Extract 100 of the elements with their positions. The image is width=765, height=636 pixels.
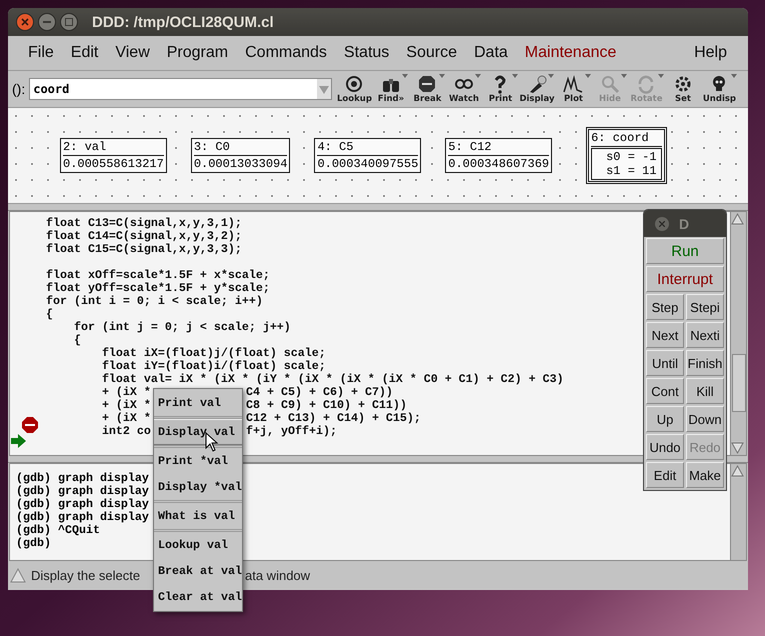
up-arrow-icon[interactable]: [731, 464, 744, 477]
toolbar-button[interactable]: Watch: [446, 72, 482, 106]
code-line: float iY=(float)i/(float) scale;: [100, 360, 326, 373]
down-arrow-icon[interactable]: [731, 442, 744, 455]
command-button[interactable]: Make: [686, 462, 724, 488]
command-button[interactable]: Until: [646, 350, 684, 376]
stop-sign-icon: [417, 74, 438, 94]
up-arrow-icon[interactable]: [731, 212, 744, 225]
command-button[interactable]: Nexti: [686, 322, 724, 348]
command-button[interactable]: Stepi: [686, 294, 724, 320]
data-display[interactable]: 5: C12 0.000348607369: [445, 138, 552, 173]
command-button[interactable]: Cont: [646, 378, 684, 404]
menu-item[interactable]: Status: [336, 42, 398, 64]
minimize-button[interactable]: [38, 13, 56, 31]
triangle-icon[interactable]: [10, 568, 26, 582]
display-value: 0.000348607369: [448, 157, 550, 171]
console-line: (gdb) graph display: [16, 471, 149, 485]
code-line: f+j, yOff+i);: [246, 425, 337, 438]
display-field: s0 = -1: [606, 150, 657, 164]
code-line: C12 + C13) + C14) + C15);: [246, 412, 421, 425]
code-line: float C14=C(signal,x,y,3,2);: [44, 230, 242, 243]
caret-icon: [730, 74, 737, 78]
command-button[interactable]: Edit: [646, 462, 684, 488]
menu-item[interactable]: View: [107, 42, 159, 64]
close-button[interactable]: [16, 13, 34, 31]
menu-item[interactable]: Display val: [154, 416, 242, 445]
scrollbar[interactable]: [730, 212, 746, 455]
code-line: + (iX *: [100, 412, 152, 425]
caret-icon: [548, 74, 554, 78]
close-icon: [21, 18, 29, 26]
argument-label: ():: [12, 81, 26, 97]
command-button[interactable]: Finish: [686, 350, 724, 376]
maximize-button[interactable]: [60, 13, 78, 31]
command-button[interactable]: Up: [646, 406, 684, 432]
console-line: (gdb) graph display: [16, 497, 149, 511]
menu-item[interactable]: What is val: [154, 500, 242, 529]
graph-icon: [563, 74, 584, 94]
menu-item[interactable]: Lookup val: [154, 529, 242, 558]
status-text: Display the selecte: [31, 568, 140, 582]
toolbar-button[interactable]: Break: [409, 72, 446, 106]
data-display[interactable]: 2: val 0.000558613217: [60, 138, 167, 173]
console-line: (gdb): [16, 536, 51, 550]
caret-icon: [438, 74, 445, 78]
command-button[interactable]: Undo: [646, 434, 684, 460]
menu-item[interactable]: Program: [158, 42, 238, 64]
code-line: for (int j = 0; j < scale; j++): [72, 321, 291, 334]
menu-item[interactable]: Maintenance: [516, 42, 626, 64]
status-text: ata window: [245, 568, 310, 582]
menu-item[interactable]: Help: [686, 42, 736, 64]
code-line: float iX=(float)j/(float) scale;: [100, 347, 326, 360]
menu-item[interactable]: Source: [398, 42, 466, 64]
menu-item[interactable]: Data: [466, 42, 517, 64]
toolbar-button[interactable]: Plot: [555, 72, 592, 106]
maximize-icon: [65, 18, 73, 26]
command-button[interactable]: Run: [646, 238, 724, 264]
data-display[interactable]: 6: coord s0 = -1 s1 = 11: [586, 127, 667, 184]
caret-icon: [621, 74, 628, 78]
menu-item[interactable]: File: [20, 42, 63, 64]
code-line: float C13=C(signal,x,y,3,1);: [44, 217, 242, 230]
code-line: C4 + C5) + C6) + C7)): [246, 386, 393, 399]
close-button[interactable]: [655, 216, 669, 230]
magnifier-icon: [600, 74, 620, 94]
menu-item[interactable]: Commands: [237, 42, 336, 64]
scrollbar-thumb[interactable]: [732, 354, 746, 412]
menu-item[interactable]: Edit: [62, 42, 108, 64]
command-button[interactable]: Kill: [686, 378, 724, 404]
pane-sash[interactable]: [8, 204, 748, 211]
code-line: float val= iX * (iX * (iY * (iX * (iX * (iX * C0 + C1) + C2) + C3): [100, 373, 564, 386]
toolbar-button[interactable]: Print: [482, 72, 519, 106]
command-button[interactable]: Next: [646, 322, 684, 348]
toolbar-button[interactable]: Find»: [372, 72, 410, 106]
menu-item[interactable]: Clear at val: [154, 584, 242, 610]
code-line: {: [44, 308, 53, 321]
caret-icon: [658, 74, 664, 78]
menu-item[interactable]: Print val: [154, 390, 242, 416]
display-value: 0.000340097555: [317, 157, 418, 171]
code-line: for (int i = 0; i < scale; i++): [44, 295, 263, 308]
code-line: float xOff=scale*1.5F + x*scale;: [44, 269, 270, 282]
code-line: int2 co: [100, 425, 151, 438]
stop-sign-icon[interactable]: [22, 417, 38, 433]
command-button[interactable]: Step: [646, 294, 684, 320]
toolbar-button[interactable]: Set: [664, 72, 702, 106]
toolbar-button[interactable]: Lookup: [336, 72, 373, 106]
scrollbar[interactable]: [730, 464, 746, 560]
code-line: + (iX *: [100, 399, 152, 412]
console-line: (gdb) graph display: [16, 510, 149, 524]
caret-icon: [512, 74, 518, 78]
toolbar-button[interactable]: Undisp: [701, 72, 738, 106]
command-button[interactable]: Down: [686, 406, 724, 432]
menu-item[interactable]: Display *val: [154, 474, 242, 500]
toolbar-button[interactable]: Display: [518, 72, 556, 106]
display-title: 3: C0: [194, 140, 288, 156]
command-button[interactable]: Interrupt: [646, 266, 724, 292]
window-title: DDD: /tmp/OCLI28QUM.cl: [92, 14, 274, 30]
code-line: float yOff=scale*1.5F + y*scale;: [44, 282, 270, 295]
menu-item[interactable]: Break at val: [154, 558, 242, 584]
display-field: s1 = 11: [606, 164, 657, 178]
caret-icon: [584, 74, 591, 78]
data-display[interactable]: 3: C0 0.00013033094: [190, 138, 290, 173]
data-display[interactable]: 4: C5 0.000340097555: [314, 138, 422, 173]
